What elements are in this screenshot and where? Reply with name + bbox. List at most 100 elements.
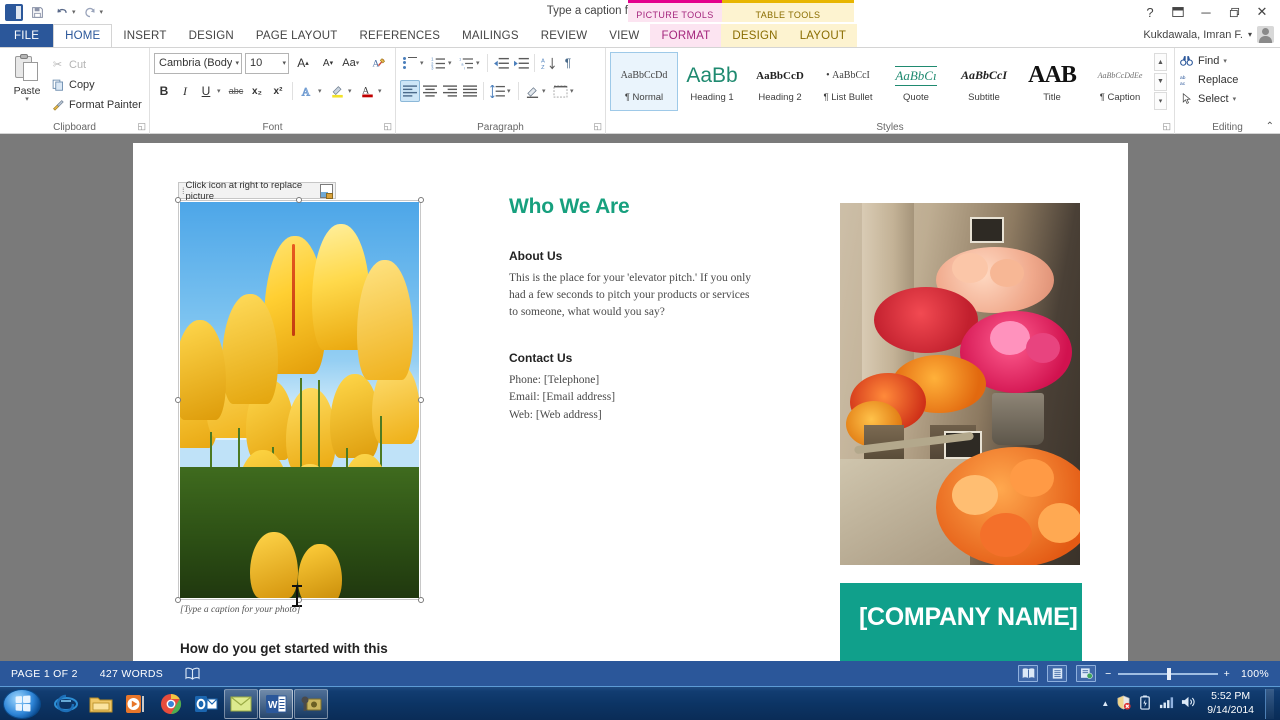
decrease-indent-button[interactable] [491,52,511,74]
tab-home[interactable]: HOME [53,24,112,47]
tab-page-layout[interactable]: PAGE LAYOUT [245,24,349,47]
web-layout-view-button[interactable] [1076,665,1096,682]
styles-scroll-down[interactable]: ▼ [1154,73,1167,91]
tab-table-design[interactable]: DESIGN [721,24,788,47]
document-page[interactable]: ⁞ Click icon at right to replace picture [133,143,1128,661]
company-name-box[interactable]: [COMPANY NAME] [840,583,1082,661]
format-painter-button[interactable]: Format Painter [50,96,142,113]
align-center-button[interactable] [420,80,440,102]
superscript-button[interactable]: x² [268,80,288,102]
page-indicator[interactable]: PAGE 1 OF 2 [0,668,89,680]
increase-indent-button[interactable] [511,52,531,74]
tab-view[interactable]: VIEW [598,24,650,47]
strikethrough-button[interactable]: abc [226,80,246,102]
show-hidden-icons-button[interactable]: ▲ [1101,699,1109,708]
restore-button[interactable] [1220,1,1248,23]
font-color-icon[interactable]: A [357,80,377,102]
word-count[interactable]: 427 WORDS [89,668,174,680]
show-formatting-marks-button[interactable]: ¶ [558,52,578,74]
photo-caption[interactable]: [Type a caption for your photo] [180,605,300,615]
underline-button[interactable]: U [196,80,216,102]
copy-button[interactable]: Copy [50,76,142,93]
find-button[interactable]: Find ▾ [1179,51,1276,70]
clipboard-dialog-launcher[interactable]: ◱ [137,121,146,132]
show-desktop-button[interactable] [1265,689,1274,719]
underline-dropdown-caret[interactable]: ▾ [217,87,225,95]
network-icon[interactable] [1159,695,1174,712]
style-quote[interactable]: AaBbCı Quote [882,52,950,111]
styles-more-button[interactable]: ▾ [1154,92,1167,110]
justify-button[interactable] [460,80,480,102]
select-button[interactable]: Select ▾ [1179,89,1276,108]
tab-references[interactable]: REFERENCES [349,24,452,47]
borders-button[interactable] [550,80,570,102]
paragraph-dialog-launcher[interactable]: ◱ [593,121,602,132]
howto-heading[interactable]: How do you get started with this templat… [180,640,410,661]
taskbar-outlook[interactable] [189,689,223,719]
italic-button[interactable]: I [175,80,195,102]
change-case-button[interactable]: Aa▾ [342,52,364,74]
styles-dialog-launcher[interactable]: ◱ [1162,121,1171,132]
style-normal[interactable]: AaBbCcDd ¶ Normal [610,52,678,111]
grow-font-button[interactable]: A▴ [292,52,314,74]
zoom-slider[interactable]: − + [1105,668,1230,680]
font-dialog-launcher[interactable]: ◱ [383,121,392,132]
zoom-in-button[interactable]: + [1224,668,1230,680]
who-we-are-heading[interactable]: Who We Are [509,195,759,219]
tab-insert[interactable]: INSERT [112,24,177,47]
tab-file[interactable]: FILE [0,24,53,47]
close-button[interactable]: ✕ [1248,1,1276,23]
style-title[interactable]: AAB Title [1018,52,1086,111]
tab-review[interactable]: REVIEW [530,24,599,47]
minimize-button[interactable]: ─ [1192,1,1220,23]
bullets-button[interactable] [400,52,420,74]
clear-formatting-icon[interactable]: A [367,52,389,74]
flower-market-photo[interactable] [840,203,1080,565]
about-us-heading[interactable]: About Us [509,249,759,263]
taskbar-file-explorer[interactable] [84,689,118,719]
multilevel-list-button[interactable]: 1ai [456,52,476,74]
numbering-button[interactable]: 123 [428,52,448,74]
replace-button[interactable]: abac Replace [1179,70,1276,89]
font-name-combobox[interactable]: Cambria (Body) ▾ [154,53,242,74]
tab-design[interactable]: DESIGN [178,24,245,47]
font-size-combobox[interactable]: 10 ▾ [245,53,289,74]
subscript-button[interactable]: x₂ [247,80,267,102]
undo-icon[interactable] [51,2,73,22]
contact-email[interactable]: Email: [Email address] [509,389,759,407]
proofing-errors-icon[interactable] [174,667,211,680]
resize-handle-e[interactable] [418,397,424,403]
taskbar-sticky-app[interactable] [224,689,258,719]
zoom-level[interactable]: 100% [1239,668,1269,680]
taskbar-capture-app[interactable] [294,689,328,719]
taskbar-clock[interactable]: 5:52 PM 9/14/2014 [1203,690,1258,716]
customize-qat-icon[interactable]: ▾ [100,8,104,16]
styles-scroll-up[interactable]: ▲ [1154,53,1167,71]
taskbar-internet-explorer[interactable] [49,689,83,719]
style-heading-2[interactable]: AaBbCcD Heading 2 [746,52,814,111]
replace-picture-icon[interactable] [320,184,333,198]
account-dropdown-caret[interactable]: ▾ [1248,30,1252,39]
about-us-body[interactable]: This is the place for your 'elevator pit… [509,270,759,321]
help-button[interactable]: ? [1136,1,1164,23]
document-canvas[interactable]: ⁞ Click icon at right to replace picture [0,134,1280,661]
style-list-bullet[interactable]: • AaBbCcI ¶ List Bullet [814,52,882,111]
zoom-thumb[interactable] [1167,668,1171,680]
action-center-icon[interactable] [1116,695,1131,713]
resize-handle-n[interactable] [296,197,302,203]
zoom-out-button[interactable]: − [1105,668,1111,680]
taskbar-windows-media-player[interactable] [119,689,153,719]
taskbar-word[interactable]: W [259,689,293,719]
resize-handle-ne[interactable] [418,197,424,203]
account-area[interactable]: Kukdawala, Imran F. ▾ [1143,26,1274,43]
tab-mailings[interactable]: MAILINGS [451,24,530,47]
style-caption[interactable]: AaBbCcDdEe ¶ Caption [1086,52,1154,111]
styles-gallery-scroll[interactable]: ▲ ▼ ▾ [1154,52,1168,111]
collapse-ribbon-button[interactable]: ⌃ [1266,121,1274,132]
text-effects-icon[interactable]: A [297,80,317,102]
tab-table-layout[interactable]: LAYOUT [789,24,857,47]
shrink-font-button[interactable]: A▾ [317,52,339,74]
paste-dropdown-caret[interactable]: ▾ [25,97,29,103]
ribbon-display-options-icon[interactable] [1164,1,1192,23]
picture-placeholder-bar[interactable]: ⁞ Click icon at right to replace picture [178,182,336,199]
